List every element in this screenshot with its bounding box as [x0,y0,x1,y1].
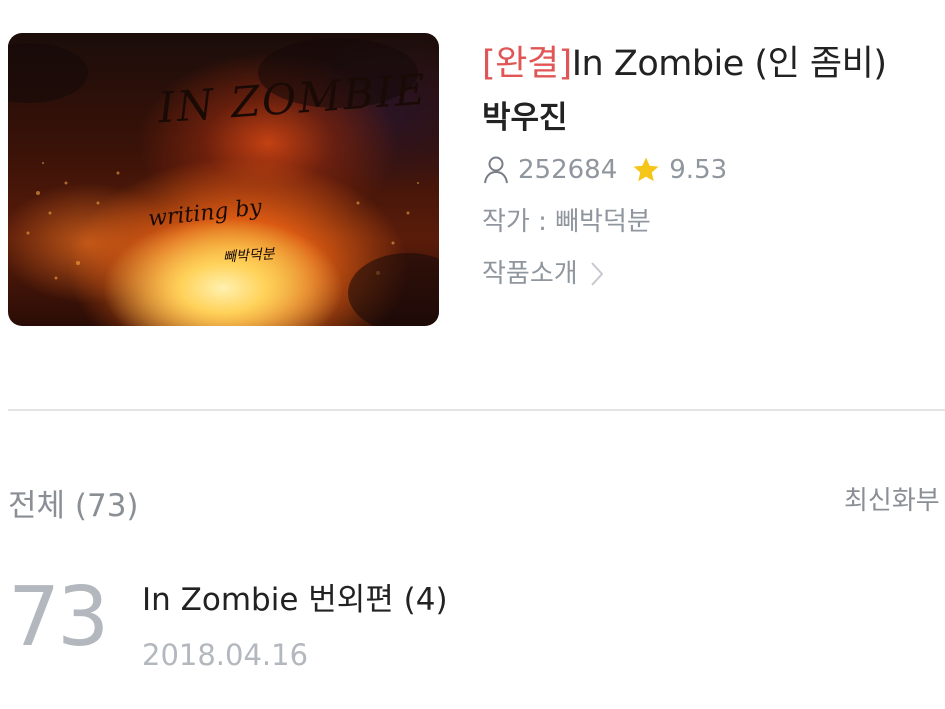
sort-order-button[interactable]: 최신화부 [844,480,940,517]
star-icon [631,155,661,185]
rating-value: 9.53 [669,155,728,185]
work-stats: 252684 9.53 [482,150,945,190]
view-count: 252684 [518,155,618,185]
chevron-right-icon [590,261,604,287]
episode-date: 2018.04.16 [142,638,309,672]
episode-list-item[interactable]: 73 In Zombie 번외편 (4) 2018.04.16 [8,568,945,678]
work-info: [완결]In Zombie (인 좀비) 박우진 252684 9.53 작가 … [482,38,945,294]
episode-total-count: 전체 (73) [8,488,139,524]
writer-credit: 작가 : 빼박덕분 [482,207,651,237]
work-title-text: In Zombie (인 좀비) [571,44,887,84]
section-divider [8,409,945,411]
episode-list-header: 전체 (73) 최신화부 [8,480,945,524]
intro-label: 작품소개 [482,259,578,289]
episode-number: 73 [8,570,109,665]
status-tag: [완결] [482,44,572,84]
cover-image[interactable]: IN ZOMBIE writing by 빼박덕분 [8,33,439,326]
person-icon [482,155,510,185]
novel-detail-page: IN ZOMBIE writing by 빼박덕분 [완결]In Zombie … [0,0,945,709]
work-title: [완결]In Zombie (인 좀비) [482,38,945,90]
work-author: 박우진 [482,100,568,136]
cover-author-text: 빼박덕분 [222,246,276,266]
intro-link[interactable]: 작품소개 [482,254,945,294]
episode-title: In Zombie 번외편 (4) [142,582,448,618]
